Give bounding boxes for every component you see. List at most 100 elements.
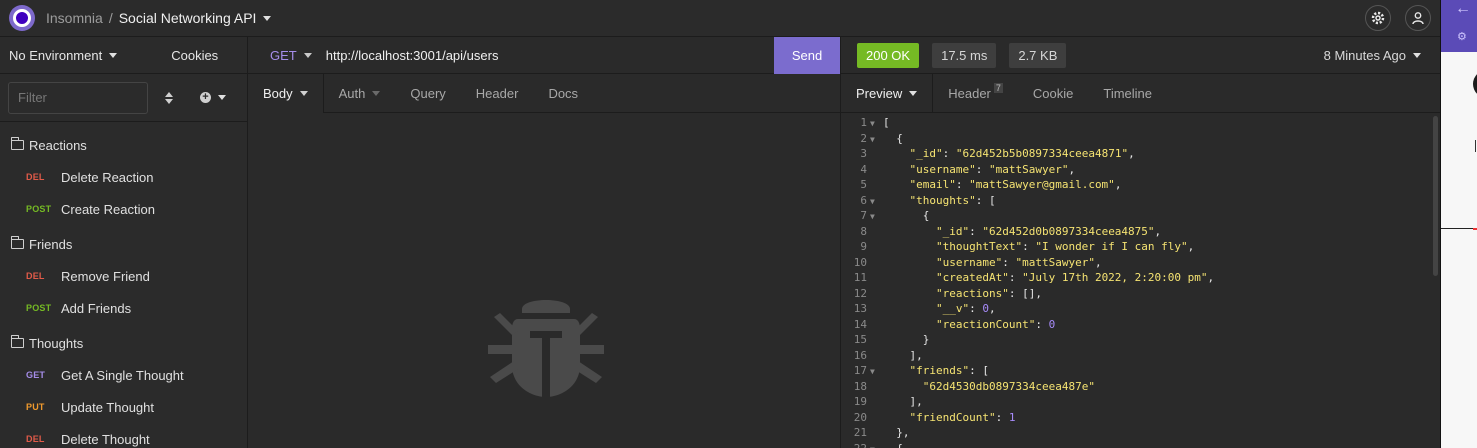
- filter-input[interactable]: Filter: [8, 81, 148, 114]
- breadcrumb-separator: /: [108, 10, 113, 26]
- folder-friends[interactable]: Friends: [0, 228, 247, 260]
- tab-docs[interactable]: Docs: [533, 74, 593, 113]
- history-dropdown[interactable]: 8 Minutes Ago: [1324, 48, 1421, 63]
- breadcrumb-app[interactable]: Insomnia: [46, 10, 103, 26]
- folder-reactions[interactable]: Reactions: [0, 129, 247, 161]
- method-dropdown[interactable]: GET: [270, 48, 312, 63]
- fold-arrow-icon[interactable]: ▼: [867, 132, 883, 148]
- method-badge: POST: [26, 303, 52, 313]
- tab-header[interactable]: Header: [461, 74, 534, 113]
- fold-gutter: [867, 240, 883, 256]
- response-tabs: Preview Header 7 Cookie Timeline: [841, 73, 1440, 113]
- code-text: "createdAt": "July 17th 2022, 2:20:00 pm…: [935, 271, 1215, 284]
- url-input[interactable]: http://localhost:3001/api/users: [326, 48, 774, 63]
- method-badge: DEL: [26, 271, 45, 281]
- request-item[interactable]: DEL Delete Reaction: [0, 161, 247, 193]
- tool-icon: ⚙: [1457, 31, 1467, 43]
- chevron-down-icon[interactable]: [263, 15, 272, 21]
- history-label: 8 Minutes Ago: [1323, 47, 1406, 63]
- back-arrow-icon[interactable]: ←: [1455, 0, 1471, 18]
- line-number: 17: [853, 364, 867, 377]
- fold-arrow-icon[interactable]: ▼: [867, 209, 883, 225]
- tab-cookie[interactable]: Cookie: [1018, 74, 1088, 113]
- code-text: "thoughts": [: [909, 193, 996, 207]
- folder-thoughts[interactable]: Thoughts: [0, 327, 247, 359]
- fold-arrow-icon[interactable]: ▼: [867, 194, 883, 210]
- fold-gutter: [867, 163, 883, 179]
- folder-label: Thoughts: [29, 335, 84, 351]
- fold-arrow-icon[interactable]: ▼: [867, 116, 883, 132]
- line-number: 11: [853, 271, 867, 284]
- code-line: 12 "reactions": [],: [841, 287, 1431, 303]
- send-button[interactable]: Send: [774, 36, 840, 74]
- fold-gutter: [867, 225, 883, 241]
- top-bar: Insomnia / Social Networking API: [0, 0, 1440, 37]
- code-text: [: [883, 116, 890, 129]
- line-number: 19: [853, 395, 867, 408]
- code-text: ],: [883, 395, 923, 408]
- chevron-down-icon: [303, 52, 312, 58]
- user-icon[interactable]: [1405, 5, 1431, 31]
- response-size-badge: 2.7 KB: [1009, 42, 1067, 68]
- method-badge: PUT: [26, 402, 45, 412]
- tab-auth[interactable]: Auth: [324, 74, 396, 113]
- sort-icon[interactable]: [164, 91, 174, 104]
- folder-label: Reactions: [29, 137, 87, 153]
- fold-arrow-icon[interactable]: ▼: [867, 442, 883, 448]
- sidebar: No Environment Cookies Filter + Reaction…: [0, 37, 248, 448]
- request-label: Create Reaction: [61, 201, 155, 217]
- request-label: Remove Friend: [61, 268, 150, 284]
- response-body-viewer[interactable]: 1 ▼[2 ▼ {3 "_id": "62d452b5b0897334ceea487…: [841, 116, 1431, 448]
- line-number: 1: [860, 116, 867, 129]
- fold-arrow-icon[interactable]: ▼: [867, 364, 883, 380]
- code-text: "username": "mattSawyer",: [935, 255, 1102, 269]
- workspace-title[interactable]: Social Networking API: [119, 10, 257, 26]
- request-item[interactable]: PUT Update Thought: [0, 391, 247, 423]
- line-number: 7: [860, 209, 867, 222]
- line-number: 18: [853, 379, 867, 393]
- code-text: {: [883, 209, 930, 222]
- tab-query[interactable]: Query: [395, 74, 460, 113]
- code-line: 21 },: [841, 426, 1431, 442]
- code-text: {: [883, 441, 903, 448]
- chevron-down-icon: [299, 90, 308, 96]
- line-number: 22: [853, 441, 867, 448]
- environment-dropdown[interactable]: No Environment: [9, 48, 118, 63]
- request-label: Delete Reaction: [61, 169, 154, 185]
- fold-gutter: [867, 178, 883, 194]
- request-item[interactable]: DEL Delete Thought: [0, 423, 247, 448]
- code-line: 6 ▼ "thoughts": [: [841, 194, 1431, 210]
- code-line: 8 "_id": "62d452d0b0897334ceea4875",: [841, 225, 1431, 241]
- code-text: }: [883, 333, 930, 346]
- tab-preview[interactable]: Preview: [841, 73, 934, 113]
- code-text: ],: [883, 348, 923, 362]
- tab-label: Body: [263, 85, 293, 101]
- tab-body[interactable]: Body: [248, 73, 324, 113]
- folder-icon: [10, 335, 24, 348]
- request-label: Delete Thought: [61, 431, 150, 447]
- code-text: "username": "mattSawyer",: [909, 162, 1076, 176]
- method-badge: DEL: [26, 172, 45, 182]
- request-item[interactable]: POST Create Reaction: [0, 193, 247, 225]
- add-request-button[interactable]: +: [200, 92, 226, 103]
- tab-timeline[interactable]: Timeline: [1088, 74, 1167, 113]
- request-item[interactable]: DEL Remove Friend: [0, 260, 247, 292]
- scrollbar[interactable]: [1433, 116, 1438, 276]
- fold-gutter: [867, 426, 883, 442]
- folder-icon: [10, 137, 24, 150]
- request-item[interactable]: GET Get A Single Thought: [0, 359, 247, 391]
- line-number: 2: [860, 131, 867, 145]
- code-line: 1 ▼[: [841, 116, 1431, 132]
- line-number: 10: [853, 255, 867, 269]
- code-text: "__v": 0,: [935, 302, 996, 315]
- cookies-button[interactable]: Cookies: [171, 48, 218, 63]
- gear-icon[interactable]: [1365, 5, 1391, 31]
- code-line: 11 "createdAt": "July 17th 2022, 2:20:00…: [841, 271, 1431, 287]
- code-line: 20 "friendCount": 1: [841, 411, 1431, 427]
- request-item[interactable]: POST Add Friends: [0, 292, 247, 324]
- tab-label: Header: [948, 85, 991, 101]
- insomnia-logo-icon[interactable]: [9, 5, 35, 31]
- tab-response-header[interactable]: Header 7: [933, 74, 1018, 113]
- code-line: 13 "__v": 0,: [841, 302, 1431, 318]
- code-line: 17 ▼ "friends": [: [841, 364, 1431, 380]
